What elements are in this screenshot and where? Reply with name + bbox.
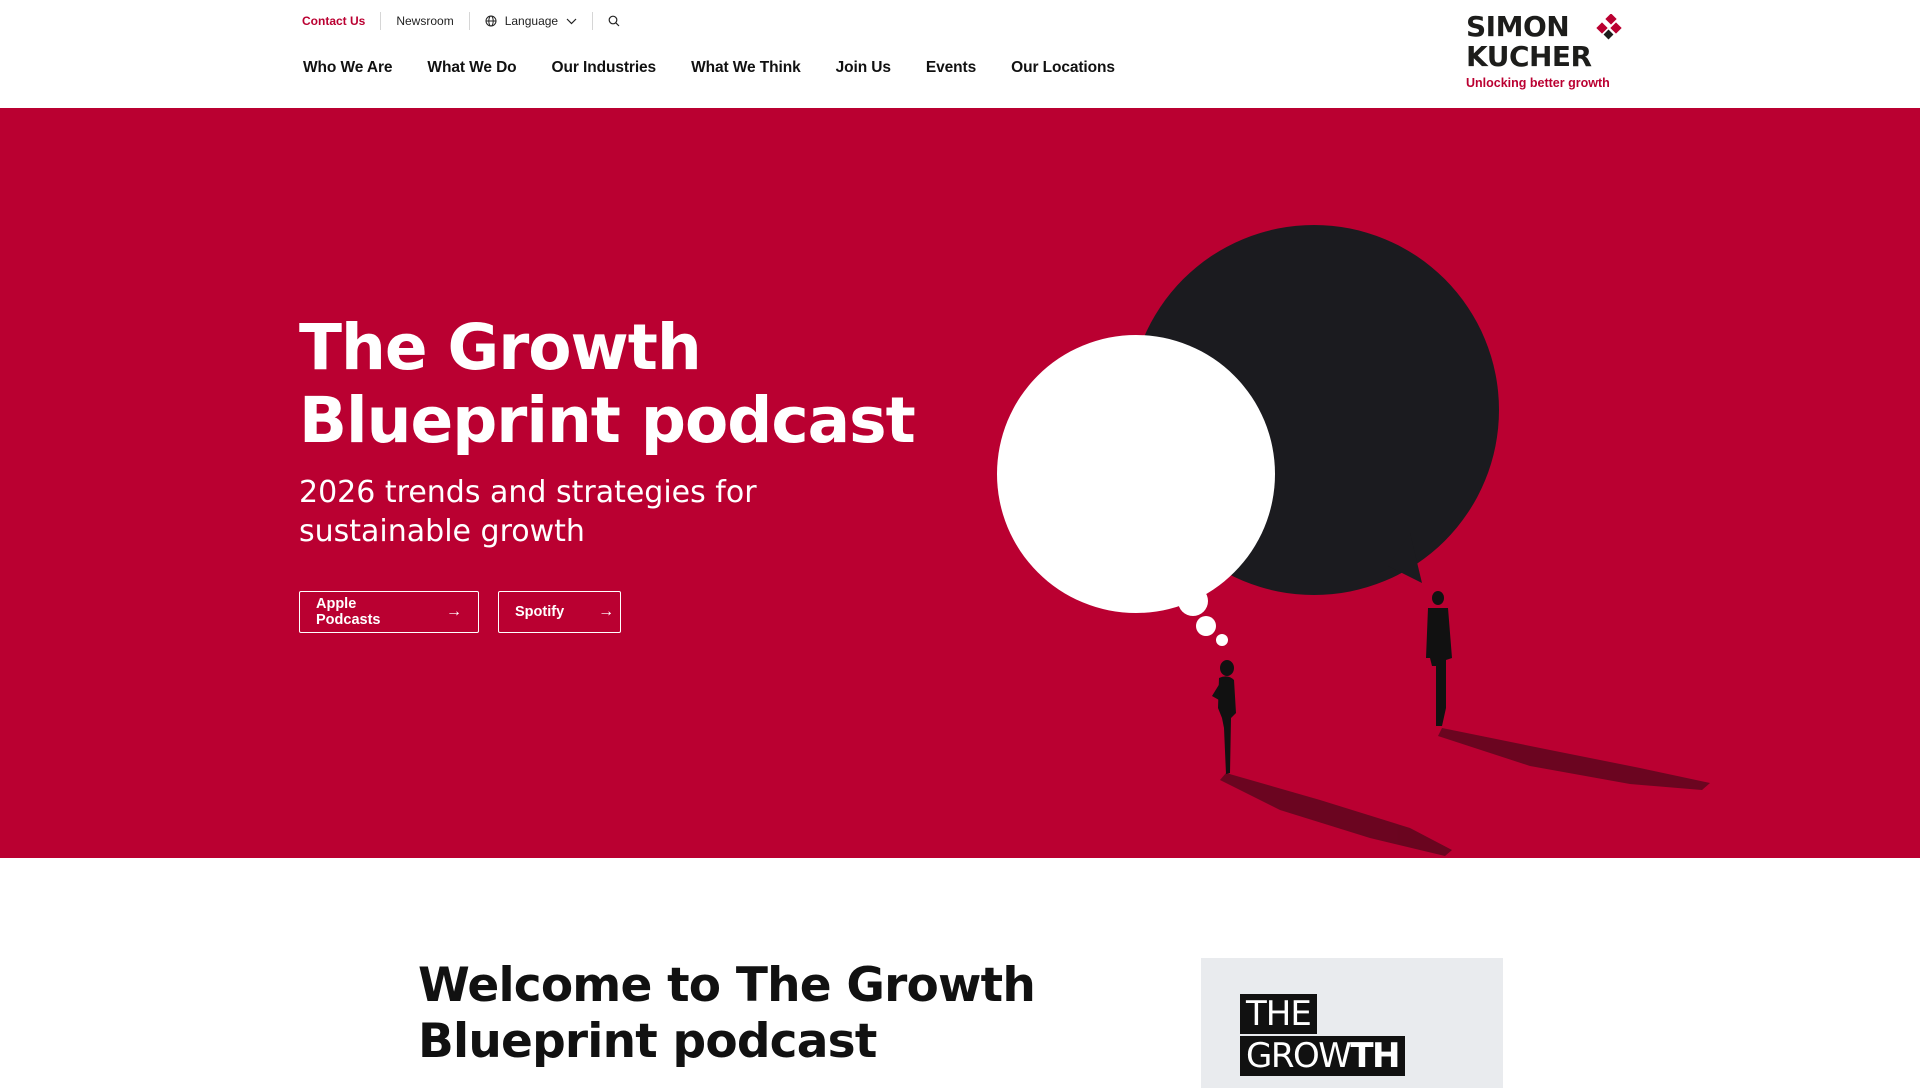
nav-who-we-are[interactable]: Who We Are bbox=[303, 59, 393, 77]
apple-podcasts-button[interactable]: Apple Podcasts → bbox=[299, 591, 479, 633]
divider bbox=[380, 12, 382, 30]
divider bbox=[592, 12, 594, 30]
nav-what-we-do[interactable]: What We Do bbox=[427, 59, 516, 77]
hero-subtitle: 2026 trends and strategies for sustainab… bbox=[299, 475, 757, 549]
arrow-right-icon: → bbox=[446, 603, 462, 620]
search-button[interactable] bbox=[608, 15, 620, 27]
logo-diamonds-icon bbox=[1596, 14, 1622, 40]
white-thought-bubble-icon bbox=[997, 335, 1275, 646]
figure-shadows bbox=[1220, 728, 1710, 856]
globe-icon bbox=[485, 15, 497, 27]
nav-our-locations[interactable]: Our Locations bbox=[1011, 59, 1115, 77]
hero-banner: The Growth Blueprint podcast 2026 trends… bbox=[0, 108, 1920, 858]
hero-title: The Growth Blueprint podcast bbox=[299, 311, 916, 457]
arrow-right-icon: → bbox=[598, 603, 615, 620]
nav-join-us[interactable]: Join Us bbox=[836, 59, 891, 77]
nav-events[interactable]: Events bbox=[926, 59, 976, 77]
cover-word-growth: GROWTH bbox=[1240, 1036, 1406, 1076]
welcome-heading: Welcome to The Growth Blueprint podcast bbox=[418, 958, 1036, 1069]
cover-growth-light: GROW bbox=[1246, 1036, 1352, 1076]
search-icon bbox=[608, 15, 620, 27]
podcast-buttons: Apple Podcasts → Spotify → bbox=[299, 591, 621, 633]
spotify-button[interactable]: Spotify → bbox=[498, 591, 621, 633]
cover-growth-bold: TH bbox=[1350, 1036, 1400, 1076]
woman-silhouette-icon bbox=[1212, 660, 1236, 774]
site-header: Contact Us Newsroom Language Who We Are … bbox=[0, 0, 1920, 108]
newsroom-link[interactable]: Newsroom bbox=[396, 14, 453, 28]
language-label: Language bbox=[504, 14, 559, 28]
main-nav: Who We Are What We Do Our Industries Wha… bbox=[303, 59, 1150, 77]
hero-illustration bbox=[997, 225, 1710, 856]
utility-nav: Contact Us Newsroom Language bbox=[302, 12, 620, 30]
nav-our-industries[interactable]: Our Industries bbox=[552, 59, 657, 77]
contact-us-link[interactable]: Contact Us bbox=[302, 14, 365, 28]
spotify-label: Spotify bbox=[515, 604, 565, 620]
logo-line-2: KUCHER bbox=[1466, 40, 1592, 73]
podcast-cover-image: THE GROWTH bbox=[1201, 958, 1503, 1088]
nav-what-we-think[interactable]: What We Think bbox=[691, 59, 801, 77]
cover-word-the: THE bbox=[1240, 994, 1317, 1034]
language-selector[interactable]: Language bbox=[485, 14, 577, 28]
man-silhouette-icon bbox=[1426, 591, 1452, 726]
divider bbox=[468, 12, 470, 30]
apple-podcasts-label: Apple Podcasts bbox=[316, 596, 381, 628]
chevron-down-icon bbox=[566, 18, 577, 25]
logo-tagline: Unlocking better growth bbox=[1466, 76, 1610, 90]
simon-kucher-logo[interactable]: SIMON KUCHER Unlocking better growth bbox=[1466, 12, 1626, 94]
